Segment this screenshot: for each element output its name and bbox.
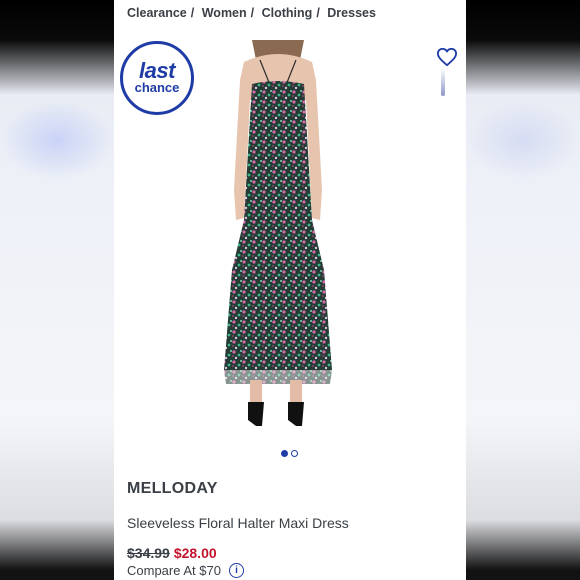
- breadcrumb-item-clothing[interactable]: Clothing: [262, 6, 313, 20]
- breadcrumb: Clearance / Women / Clothing / Dresses: [127, 6, 380, 20]
- carousel-indicator: [281, 450, 298, 457]
- carousel-dot-active[interactable]: [281, 450, 288, 457]
- background-blur-left: [0, 100, 114, 180]
- badge-line-1: last: [139, 58, 175, 83]
- breadcrumb-item-dresses[interactable]: Dresses: [327, 6, 376, 20]
- original-price: $34.99: [127, 545, 170, 561]
- next-image-peek: [441, 68, 445, 96]
- product-brand[interactable]: MELLODAY: [127, 480, 218, 498]
- badge-line-2: chance: [134, 80, 180, 95]
- product-card: Clearance / Women / Clothing / Dresses last…: [114, 0, 466, 580]
- heart-outline-icon[interactable]: [436, 47, 458, 67]
- info-circle-icon[interactable]: i: [228, 563, 244, 578]
- product-image[interactable]: [212, 40, 344, 430]
- compare-label: Compare At $70: [127, 563, 221, 578]
- product-name: Sleeveless Floral Halter Maxi Dress: [127, 515, 349, 531]
- price-block: $34.99 $28.00: [127, 545, 217, 561]
- breadcrumb-separator: /: [190, 6, 195, 20]
- compare-at-price: Compare At $70 i: [127, 563, 244, 578]
- breadcrumb-separator: /: [250, 6, 255, 20]
- carousel-dot[interactable]: [291, 450, 298, 457]
- background-blur-right: [466, 100, 580, 180]
- sale-price: $28.00: [173, 545, 217, 561]
- breadcrumb-separator: /: [316, 6, 320, 20]
- last-chance-badge: last chance: [120, 41, 194, 115]
- breadcrumb-item-clearance[interactable]: Clearance: [127, 6, 187, 20]
- breadcrumb-item-women[interactable]: Women: [202, 6, 247, 20]
